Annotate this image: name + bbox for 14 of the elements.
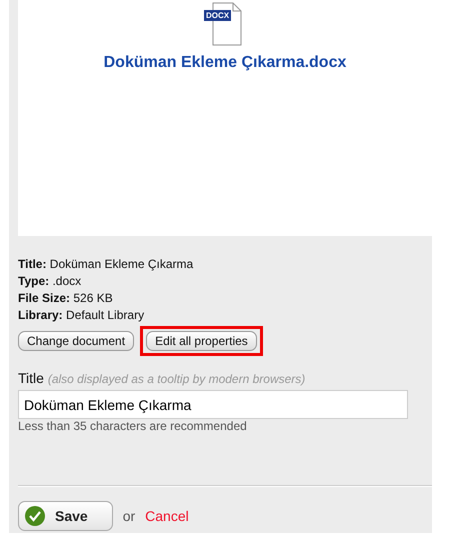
or-text: or (122, 508, 136, 524)
file-name: Doküman Ekleme Çıkarma.docx (104, 54, 346, 72)
save-button[interactable]: Save (18, 501, 113, 531)
document-button[interactable]: Change document (18, 331, 134, 351)
check-icon (25, 506, 45, 526)
title-input[interactable]: Doküman Ekleme Çıkarma (18, 390, 408, 419)
info-line: Library: Default Library (18, 307, 146, 324)
document-button[interactable]: Edit all properties (146, 331, 257, 351)
info-line: Title: Doküman Ekleme Çıkarma (18, 256, 194, 273)
info-line: File Size: 526 KB (18, 290, 114, 307)
cancel-link[interactable]: Cancel (145, 508, 189, 524)
help-text: Less than 35 characters are recommended (18, 419, 248, 433)
title-label: Title (also displayed as a tooltip by modern browsers) (18, 370, 306, 386)
info-line: Type: .docx (18, 273, 82, 290)
